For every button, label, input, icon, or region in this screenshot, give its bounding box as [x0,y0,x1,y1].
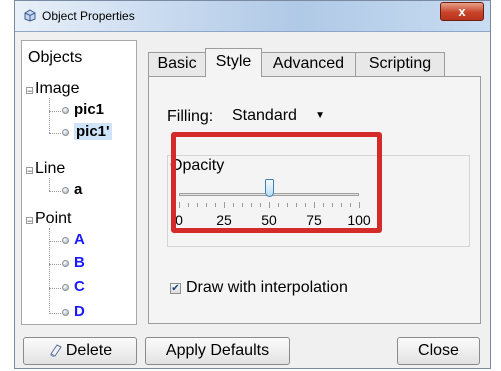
tree-item-point-a[interactable]: A [74,231,85,248]
tree-connector [49,178,50,191]
tab-style[interactable]: Style [205,48,262,77]
point-node-icon [62,260,69,267]
tree-connector [49,313,61,314]
image-node-icon [62,129,69,136]
apply-defaults-button[interactable]: Apply Defaults [145,337,290,365]
window-close-button[interactable]: x [440,2,484,21]
point-node-icon [62,309,69,316]
filling-select[interactable]: Standard ▼ [229,104,331,128]
delete-label: Delete [65,342,113,359]
collapse-line-icon[interactable]: − [26,167,33,176]
window-title: Object Properties [42,9,135,23]
image-node-icon [62,107,69,114]
eraser-icon [48,340,62,357]
filling-label: Filling: [167,108,214,125]
opacity-highlight-box [171,132,382,233]
interpolation-checkbox[interactable]: ✔ [170,283,181,294]
tree-connector [49,264,61,265]
object-properties-window: Object Properties x Objects − Image pic1… [14,0,491,369]
tree-connector [49,111,61,112]
collapse-image-icon[interactable]: − [26,87,33,96]
tree-connector [49,98,50,133]
point-node-icon [62,284,69,291]
tab-advanced[interactable]: Advanced [261,52,356,76]
tree-category-image[interactable]: Image [35,80,79,98]
delete-button[interactable]: Delete [23,337,137,365]
tree-connector [49,241,61,242]
close-button[interactable]: Close [397,337,480,365]
chevron-down-icon: ▼ [315,110,325,121]
tree-connector [49,191,61,192]
tree-item-pic1[interactable]: pic1 [74,101,104,118]
tree-item-point-c[interactable]: C [74,278,85,295]
collapse-point-icon[interactable]: − [26,217,33,226]
point-node-icon [62,237,69,244]
object-properties-icon [23,9,37,22]
tree-root-label: Objects [28,49,83,66]
tree-category-point[interactable]: Point [35,210,71,228]
object-tree[interactable]: Objects − Image pic1 pic1' − Line a − Po… [21,40,137,325]
tree-connector [49,133,61,134]
line-node-icon [62,187,69,194]
tab-scripting[interactable]: Scripting [355,52,445,76]
interpolation-checkbox-label[interactable]: Draw with interpolation [186,279,348,297]
tree-item-point-b[interactable]: B [74,254,85,271]
title-bar[interactable]: Object Properties x [15,1,490,32]
tree-item-a[interactable]: a [74,181,82,198]
tree-connector [49,288,61,289]
filling-value: Standard [232,107,297,124]
tab-basic[interactable]: Basic [148,52,206,76]
tree-item-pic1-prime[interactable]: pic1' [74,123,112,140]
tree-category-line[interactable]: Line [35,160,65,178]
tree-item-point-d[interactable]: D [74,303,85,320]
